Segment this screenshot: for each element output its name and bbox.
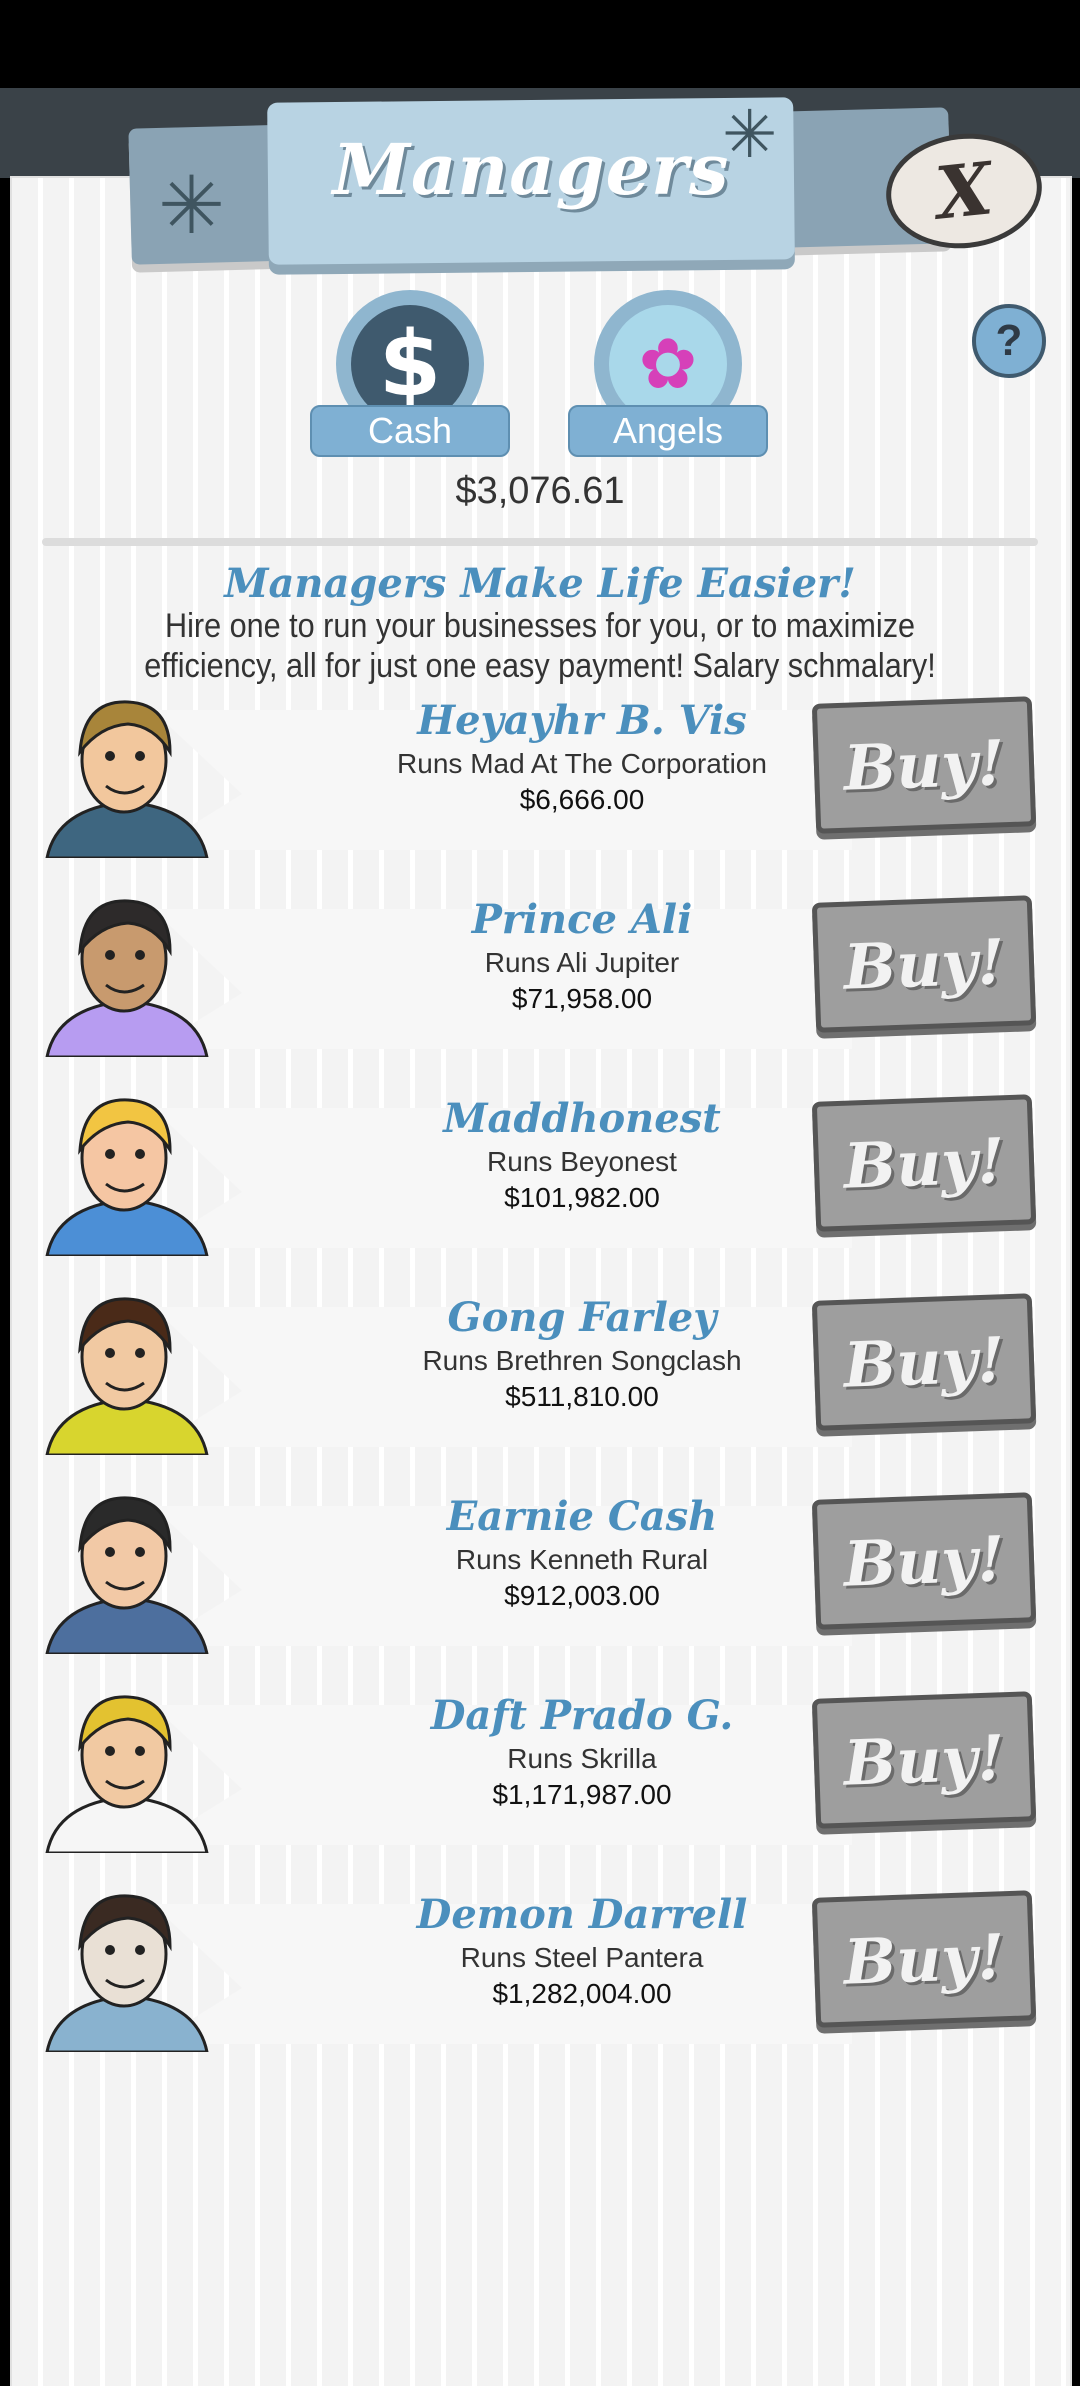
manager-avatar [45,700,209,858]
manager-row: Gong Farley Runs Brethren Songclash $511,8… [42,1287,1042,1457]
close-icon: X [931,145,997,236]
manager-avatar [45,1496,209,1654]
manager-row: Daft Prado G. Runs Skrilla $1,171,987.00 Bu… [42,1685,1042,1855]
help-button[interactable]: ? [972,304,1046,378]
sparkle-icon: ✳ [158,161,226,250]
cash-amount: $3,076.61 [455,470,625,512]
manager-avatar [45,1098,209,1256]
tab-cash[interactable]: $ Cash [310,290,510,460]
buy-button-label: Buy! [842,725,1006,805]
manager-row: Maddhonest Runs Beyonest $101,982.00 Buy! [42,1088,1042,1258]
buy-button[interactable]: Buy! [811,1094,1037,1232]
manager-row: Earnie Cash Runs Kenneth Rural $912,003.00… [42,1486,1042,1656]
buy-button[interactable]: Buy! [811,1691,1037,1829]
buy-button-label: Buy! [842,1720,1006,1800]
manager-avatar [45,1297,209,1455]
manager-row: Heyayhr B. Vis Runs Mad At The Corporatio… [42,690,1042,860]
manager-avatar [45,899,209,1057]
buy-button[interactable]: Buy! [811,1890,1037,2028]
intro-headline: Managers Make Life Easier! [224,560,856,607]
page-title: Managers [332,128,730,211]
buy-button-label: Buy! [842,924,1006,1004]
manager-avatar [45,1894,209,2052]
buy-button-label: Buy! [842,1919,1006,1999]
tab-angels-label: Angels [568,405,768,457]
buy-button-label: Buy! [842,1123,1006,1203]
intro-description: Hire one to run your businesses for you,… [144,607,936,685]
buy-button[interactable]: Buy! [811,1492,1037,1630]
manager-avatar [45,1695,209,1853]
status-bar [0,0,1080,88]
manager-row: Demon Darrell Runs Steel Pantera $1,282,00… [42,1884,1042,2054]
buy-button-label: Buy! [842,1521,1006,1601]
tab-angels[interactable]: ✿ Angels [568,290,768,460]
buy-button-label: Buy! [842,1322,1006,1402]
manager-row: Prince Ali Runs Ali Jupiter $71,958.00 Buy! [42,889,1042,1059]
tab-cash-label: Cash [310,405,510,457]
buy-button[interactable]: Buy! [811,696,1037,834]
bottom-edge [0,2386,1080,2400]
buy-button[interactable]: Buy! [811,1293,1037,1431]
buy-button[interactable]: Buy! [811,895,1037,1033]
divider [42,538,1038,546]
